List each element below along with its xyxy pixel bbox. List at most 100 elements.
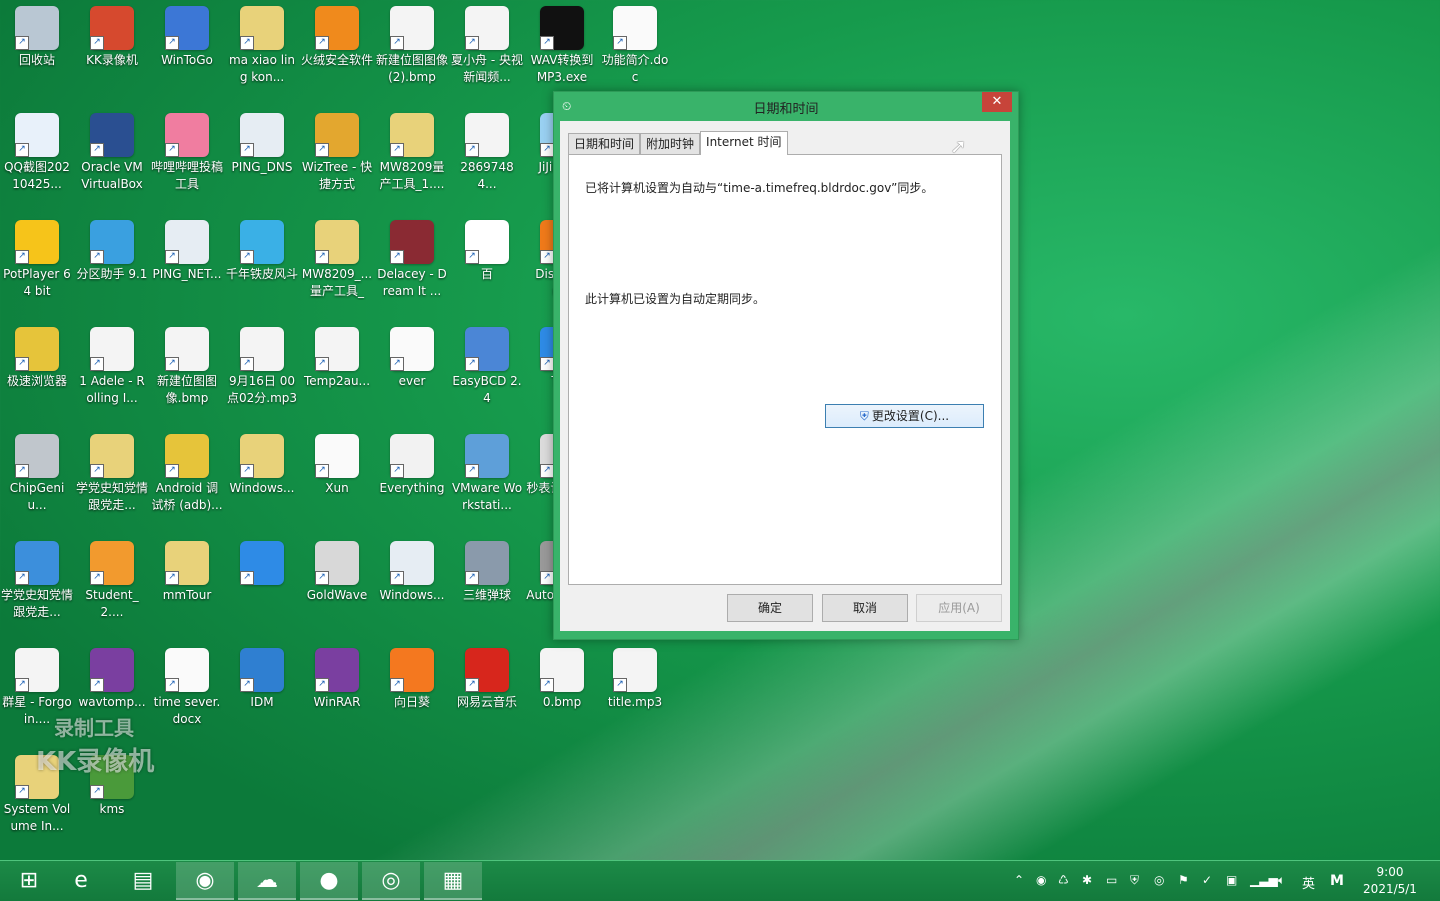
chrome-taskbar-icon[interactable]: ◉	[176, 862, 234, 900]
desktop-icon[interactable]: ↗ wavtomp...	[75, 642, 149, 746]
cancel-button[interactable]: 取消	[822, 594, 908, 622]
desktop-icon[interactable]: ↗ EasyBCD 2.4	[450, 321, 524, 425]
desktop-icon[interactable]: ↗ Windows...	[375, 535, 449, 639]
change-settings-button[interactable]: ⛨ 更改设置(C)...	[825, 404, 984, 428]
desktop-icon[interactable]: ↗ 群星 - Forgoin....	[0, 642, 74, 746]
desktop-icon[interactable]: ↗ ma xiao ling kon...	[225, 0, 299, 104]
desktop-icon[interactable]: ↗ 分区助手 9.1	[75, 214, 149, 318]
desktop-icon[interactable]: ↗ PING_DNS	[225, 107, 299, 211]
action-center-flag-icon[interactable]: ⚑	[1178, 873, 1189, 887]
desktop-icon[interactable]: ↗ Xun	[300, 428, 374, 532]
desktop-icon[interactable]: ↗ Temp2au...	[300, 321, 374, 425]
desktop-icon[interactable]: ↗ PING_NET...	[150, 214, 224, 318]
desktop-icon[interactable]: ↗ 夏小舟 - 央视新闻频...	[450, 0, 524, 104]
desktop-icon[interactable]: ↗ WAV转换到MP3.exe	[525, 0, 599, 104]
schedule-status-text: 此计算机已设置为自动定期同步。	[585, 292, 766, 306]
desktop-icon[interactable]: ↗ 三维弹球	[450, 535, 524, 639]
dialog-titlebar[interactable]: ⏲ 日期和时间 ✕	[554, 92, 1018, 120]
tray-app-icon[interactable]: ✱	[1082, 873, 1092, 887]
tab-date-time[interactable]: 日期和时间	[568, 133, 641, 154]
desktop-icon[interactable]: ↗ 千年铁皮风斗	[225, 214, 299, 318]
desktop-icon[interactable]: ↗ QQ截图20210425...	[0, 107, 74, 211]
baidu-netdisk-taskbar-icon[interactable]: ☁	[238, 862, 296, 900]
desktop-icon[interactable]: ↗ time sever.docx	[150, 642, 224, 746]
shortcut-arrow-icon: ↗	[90, 357, 104, 371]
network-icon[interactable]: ▣	[1226, 873, 1237, 887]
desktop-icon[interactable]: ↗ Student_2....	[75, 535, 149, 639]
desktop-icon[interactable]: ↗ 1 Adele - Rolling I...	[75, 321, 149, 425]
desktop-icon[interactable]: ↗ KK录像机	[75, 0, 149, 104]
desktop-icon[interactable]: ↗ WizTree - 快捷方式	[300, 107, 374, 211]
desktop-icon[interactable]: ↗ 功能简介.doc	[600, 0, 670, 104]
tray-overflow-chevron-icon[interactable]: ⌃	[1014, 873, 1024, 887]
desktop-icon[interactable]: ↗ 哔哩哔哩投稿工具	[150, 107, 224, 211]
explorer-taskbar-icon[interactable]: ▤	[114, 862, 172, 900]
clock[interactable]: 9:00 2021/5/1	[1360, 864, 1420, 898]
desktop-icon-label: 1 Adele - Rolling I...	[79, 374, 145, 405]
desktop-icon[interactable]: ↗ System Volume In...	[0, 749, 74, 853]
desktop-icon[interactable]: ↗ MW8209_...量产工具_1....	[300, 214, 374, 318]
bilibili-icon: ↗	[165, 113, 209, 157]
ime-language-indicator[interactable]: 英	[1302, 873, 1315, 892]
shortcut-arrow-icon: ↗	[540, 250, 554, 264]
desktop-icon[interactable]: ↗ WinToGo	[150, 0, 224, 104]
desktop-icon[interactable]: ↗ MW8209量产工具_1....	[375, 107, 449, 211]
tray-app-icon[interactable]: ♺	[1058, 873, 1069, 887]
tray-shield-icon[interactable]: ⛨	[1130, 873, 1139, 888]
apply-button[interactable]: 应用(A)	[916, 594, 1002, 622]
netease-music-taskbar-icon[interactable]: ◎	[362, 862, 420, 900]
everything-icon: ↗	[390, 434, 434, 478]
desktop-icon[interactable]: ↗ VMware Workstati...	[450, 428, 524, 532]
tray-music-icon[interactable]: ◎	[1154, 873, 1164, 887]
desktop-icon[interactable]: ↗ 学党史知党情跟党走...	[0, 535, 74, 639]
volume-icon[interactable]: 🔈︎	[1278, 873, 1285, 888]
uac-shield-icon: ⛨	[859, 409, 869, 423]
desktop-icon-label: ma xiao ling kon...	[228, 53, 296, 84]
desktop-icon[interactable]: ↗ Android 调试桥 (adb)...	[150, 428, 224, 532]
desktop-icon[interactable]: ↗ WinRAR	[300, 642, 374, 746]
chrome-icon: ↗	[165, 434, 209, 478]
desktop-icon[interactable]: ↗ 百	[450, 214, 524, 318]
desktop-icon[interactable]: ↗ 28697484...	[450, 107, 524, 211]
desktop-icon[interactable]: ↗ 极速浏览器	[0, 321, 74, 425]
signal-icon[interactable]: ▁▃▅	[1250, 873, 1278, 887]
desktop-icon[interactable]: ↗ title.mp3	[600, 642, 670, 746]
tray-folder-icon[interactable]: ▭	[1106, 873, 1117, 887]
tab-additional-clocks[interactable]: 附加时钟	[640, 133, 701, 154]
desktop-icon[interactable]: ↗ 回收站	[0, 0, 74, 104]
tray-app-icon[interactable]: ◉	[1036, 873, 1046, 887]
close-button[interactable]: ✕	[982, 92, 1012, 112]
datetime-taskbar-icon[interactable]: ▦	[424, 862, 482, 900]
kk-recorder-taskbar-icon[interactable]: ●	[300, 862, 358, 900]
ime-mode-indicator[interactable]: M	[1330, 873, 1344, 889]
app-icon: ↗	[465, 220, 509, 264]
desktop-icon[interactable]: ↗ 火绒安全软件	[300, 0, 374, 104]
desktop-icon[interactable]: ↗ Windows...	[225, 428, 299, 532]
shortcut-arrow-icon: ↗	[315, 357, 329, 371]
desktop-icon[interactable]: ↗ 新建位图图像.bmp	[150, 321, 224, 425]
desktop-icon[interactable]: ↗ Everything	[375, 428, 449, 532]
desktop-icon[interactable]: ↗ 0.bmp	[525, 642, 599, 746]
desktop-icon[interactable]: ↗ PotPlayer 64 bit	[0, 214, 74, 318]
start-button[interactable]: ⊞	[0, 862, 58, 900]
desktop-icon[interactable]: ↗ kms	[75, 749, 149, 853]
desktop-icon[interactable]: ↗ 新建位图图像 (2).bmp	[375, 0, 449, 104]
desktop-icon[interactable]: ↗ 学党史知党情跟党走...	[75, 428, 149, 532]
desktop-icon[interactable]: ↗ ever	[375, 321, 449, 425]
ok-button[interactable]: 确定	[727, 594, 813, 622]
desktop-icon[interactable]: ↗ GoldWave	[300, 535, 374, 639]
desktop-icon[interactable]: ↗ mmTour	[150, 535, 224, 639]
tab-internet-time[interactable]: Internet 时间	[700, 131, 788, 155]
ie-taskbar-icon[interactable]: e	[52, 862, 110, 900]
desktop-icon[interactable]: ↗ 9月16日 00点02分.mp3	[225, 321, 299, 425]
desktop-icon[interactable]: ↗ ChipGeniu...	[0, 428, 74, 532]
desktop-icon-label: ChipGeniu...	[9, 481, 65, 512]
desktop-icon[interactable]: ↗ Delacey - Dream It ...	[375, 214, 449, 318]
desktop-icon[interactable]: ↗ 向日葵	[375, 642, 449, 746]
tray-check-icon[interactable]: ✓	[1202, 873, 1212, 887]
desktop-icon[interactable]: ↗ IDM	[225, 642, 299, 746]
desktop-icon[interactable]: ↗ Oracle VM VirtualBox	[75, 107, 149, 211]
desktop-icon[interactable]: ↗ 网易云音乐	[450, 642, 524, 746]
desktop-icon[interactable]: ↗	[225, 535, 299, 639]
doc-file-icon: ↗	[315, 434, 359, 478]
